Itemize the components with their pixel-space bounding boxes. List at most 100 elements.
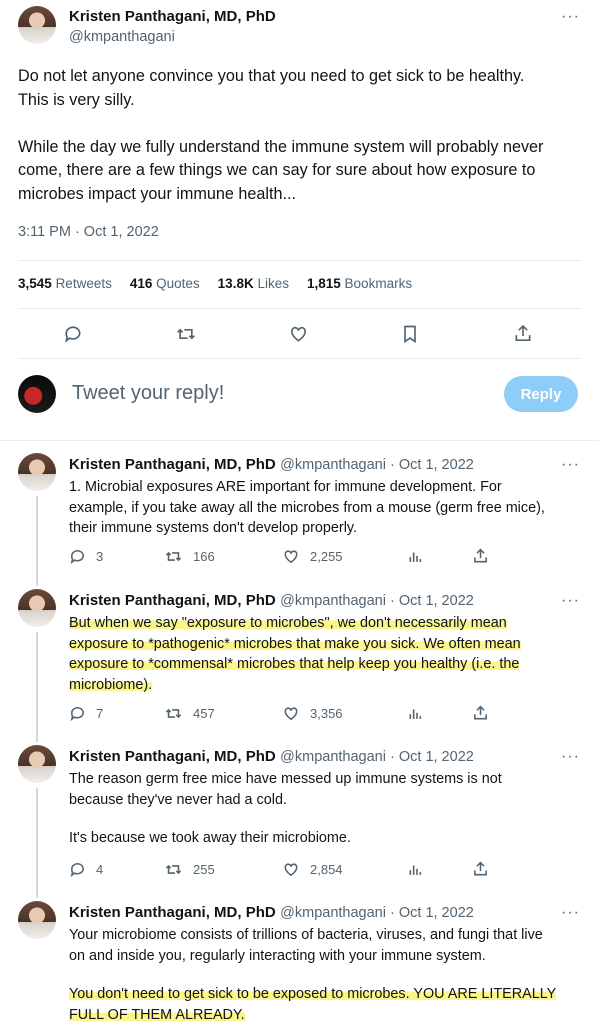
like-action[interactable]: 3,356 xyxy=(282,705,343,722)
divider xyxy=(18,308,581,309)
likes-stat[interactable]: 13.8K Likes xyxy=(218,276,289,291)
author-name[interactable]: Kristen Panthagani, MD, PhD xyxy=(69,8,276,25)
quotes-label: Quotes xyxy=(156,276,200,291)
highlighted-line: You don't need to get sick to be exposed… xyxy=(69,986,557,1002)
reply-icon xyxy=(64,326,81,343)
bookmarks-label: Bookmarks xyxy=(344,276,413,291)
share-action[interactable] xyxy=(472,704,489,722)
reply-text-highlighted: But when we say "exposure to microbes", … xyxy=(69,613,521,695)
analytics-icon xyxy=(409,709,422,719)
reply-composer-input[interactable]: Tweet your reply! xyxy=(72,382,224,405)
reply-count: 3 xyxy=(96,549,104,564)
like-action[interactable]: 2,854 xyxy=(282,861,343,878)
author-meta[interactable]: @kmpanthagani · Oct 1, 2022 xyxy=(280,457,474,473)
thread-connector xyxy=(36,496,38,586)
thread-connector xyxy=(36,788,38,898)
retweet-icon xyxy=(165,864,182,875)
highlighted-line: microbiome). xyxy=(69,676,153,693)
heart-icon xyxy=(291,326,306,342)
analytics-icon xyxy=(409,552,422,562)
author-meta[interactable]: @kmpanthagani · Oct 1, 2022 xyxy=(280,749,474,765)
thread-connector xyxy=(36,632,38,742)
like-button[interactable] xyxy=(288,324,309,344)
tweet-line: come, there are a few things we can say … xyxy=(18,161,536,179)
share-action[interactable] xyxy=(472,860,489,878)
author-meta[interactable]: @kmpanthagani · Oct 1, 2022 xyxy=(280,905,474,921)
like-action[interactable]: 2,255 xyxy=(282,548,343,565)
retweet-action[interactable]: 457 xyxy=(164,705,215,722)
reply-line: example, if you take away all the microb… xyxy=(69,499,545,516)
more-options-button[interactable]: ··· xyxy=(561,8,580,26)
author-meta[interactable]: @kmpanthagani · Oct 1, 2022 xyxy=(280,593,474,609)
reply-header: Kristen Panthagani, MD, PhD @kmpanthagan… xyxy=(69,904,474,922)
current-user-avatar[interactable] xyxy=(18,375,56,413)
highlighted-line: exposure to *pathogenic* microbes that m… xyxy=(69,635,521,652)
reply-text: 1. Microbial exposures ARE important for… xyxy=(69,477,545,539)
likes-count: 13.8K xyxy=(217,276,254,291)
avatar[interactable] xyxy=(18,453,56,491)
divider xyxy=(18,260,581,261)
retweet-action[interactable]: 255 xyxy=(164,861,215,878)
retweets-count: 3,545 xyxy=(18,276,52,291)
like-count: 3,356 xyxy=(310,706,343,721)
avatar[interactable] xyxy=(18,901,56,939)
author-name[interactable]: Kristen Panthagani, MD, PhD xyxy=(69,592,276,609)
reply-action[interactable]: 7 xyxy=(69,705,103,722)
reply-icon xyxy=(70,707,84,722)
reply-line: It's because we took away their microbio… xyxy=(69,830,351,846)
reply-text: Your microbiome consists of trillions of… xyxy=(69,925,557,1025)
retweets-stat[interactable]: 3,545 Retweets xyxy=(18,276,112,291)
reply-line: The reason germ free mice have messed up… xyxy=(69,771,502,787)
highlighted-line: But when we say "exposure to microbes", … xyxy=(69,615,507,631)
author-handle[interactable]: @kmpanthagani xyxy=(69,29,175,45)
reply-icon xyxy=(70,863,84,878)
highlighted-line: exposure to *commensal* microbes that he… xyxy=(69,656,520,672)
retweet-count: 166 xyxy=(193,549,215,564)
more-options-button[interactable]: ··· xyxy=(561,904,580,922)
reply-header: Kristen Panthagani, MD, PhD @kmpanthagan… xyxy=(69,592,474,610)
reply-action[interactable]: 4 xyxy=(69,861,103,878)
more-options-button[interactable]: ··· xyxy=(561,456,580,474)
bookmark-button[interactable] xyxy=(401,324,419,344)
more-options-button[interactable]: ··· xyxy=(561,748,580,766)
like-count: 2,854 xyxy=(310,862,343,877)
heart-icon xyxy=(284,550,298,564)
author-name[interactable]: Kristen Panthagani, MD, PhD xyxy=(69,748,276,765)
share-button[interactable] xyxy=(513,323,533,344)
analytics-action[interactable] xyxy=(407,705,423,722)
avatar[interactable] xyxy=(18,6,56,44)
tweet-line: This is very silly. xyxy=(18,90,135,109)
retweet-button[interactable] xyxy=(175,324,197,344)
bookmarks-count: 1,815 xyxy=(306,276,341,291)
analytics-action[interactable] xyxy=(407,861,423,878)
reply-submit-button[interactable]: Reply xyxy=(504,376,578,412)
retweet-count: 255 xyxy=(193,862,215,877)
reply-text: The reason germ free mice have messed up… xyxy=(69,769,502,849)
divider xyxy=(0,440,599,441)
bookmark-icon xyxy=(404,325,416,344)
more-options-button[interactable]: ··· xyxy=(561,592,580,610)
reply-action[interactable]: 3 xyxy=(69,548,103,565)
share-icon xyxy=(474,861,487,876)
retweet-icon xyxy=(165,551,182,562)
bookmarks-stat[interactable]: 1,815 Bookmarks xyxy=(307,276,412,291)
retweet-icon xyxy=(165,708,182,719)
share-icon xyxy=(474,548,487,563)
reply-button[interactable] xyxy=(63,324,83,344)
share-icon xyxy=(515,324,531,341)
retweet-action[interactable]: 166 xyxy=(164,548,215,565)
share-action[interactable] xyxy=(472,547,489,565)
quotes-stat[interactable]: 416 Quotes xyxy=(130,276,200,291)
retweet-icon xyxy=(177,328,195,340)
retweet-count: 457 xyxy=(193,706,215,721)
tweet-line: While the day we fully understand the im… xyxy=(18,137,544,156)
analytics-action[interactable] xyxy=(407,548,423,565)
author-name[interactable]: Kristen Panthagani, MD, PhD xyxy=(69,904,276,921)
author-name[interactable]: Kristen Panthagani, MD, PhD xyxy=(69,456,276,473)
avatar[interactable] xyxy=(18,745,56,783)
tweet-timestamp[interactable]: 3:11 PM · Oct 1, 2022 xyxy=(18,224,159,240)
heart-icon xyxy=(284,707,298,721)
reply-line: 1. Microbial exposures ARE important for… xyxy=(69,479,502,495)
reply-icon xyxy=(70,550,84,565)
avatar[interactable] xyxy=(18,589,56,627)
